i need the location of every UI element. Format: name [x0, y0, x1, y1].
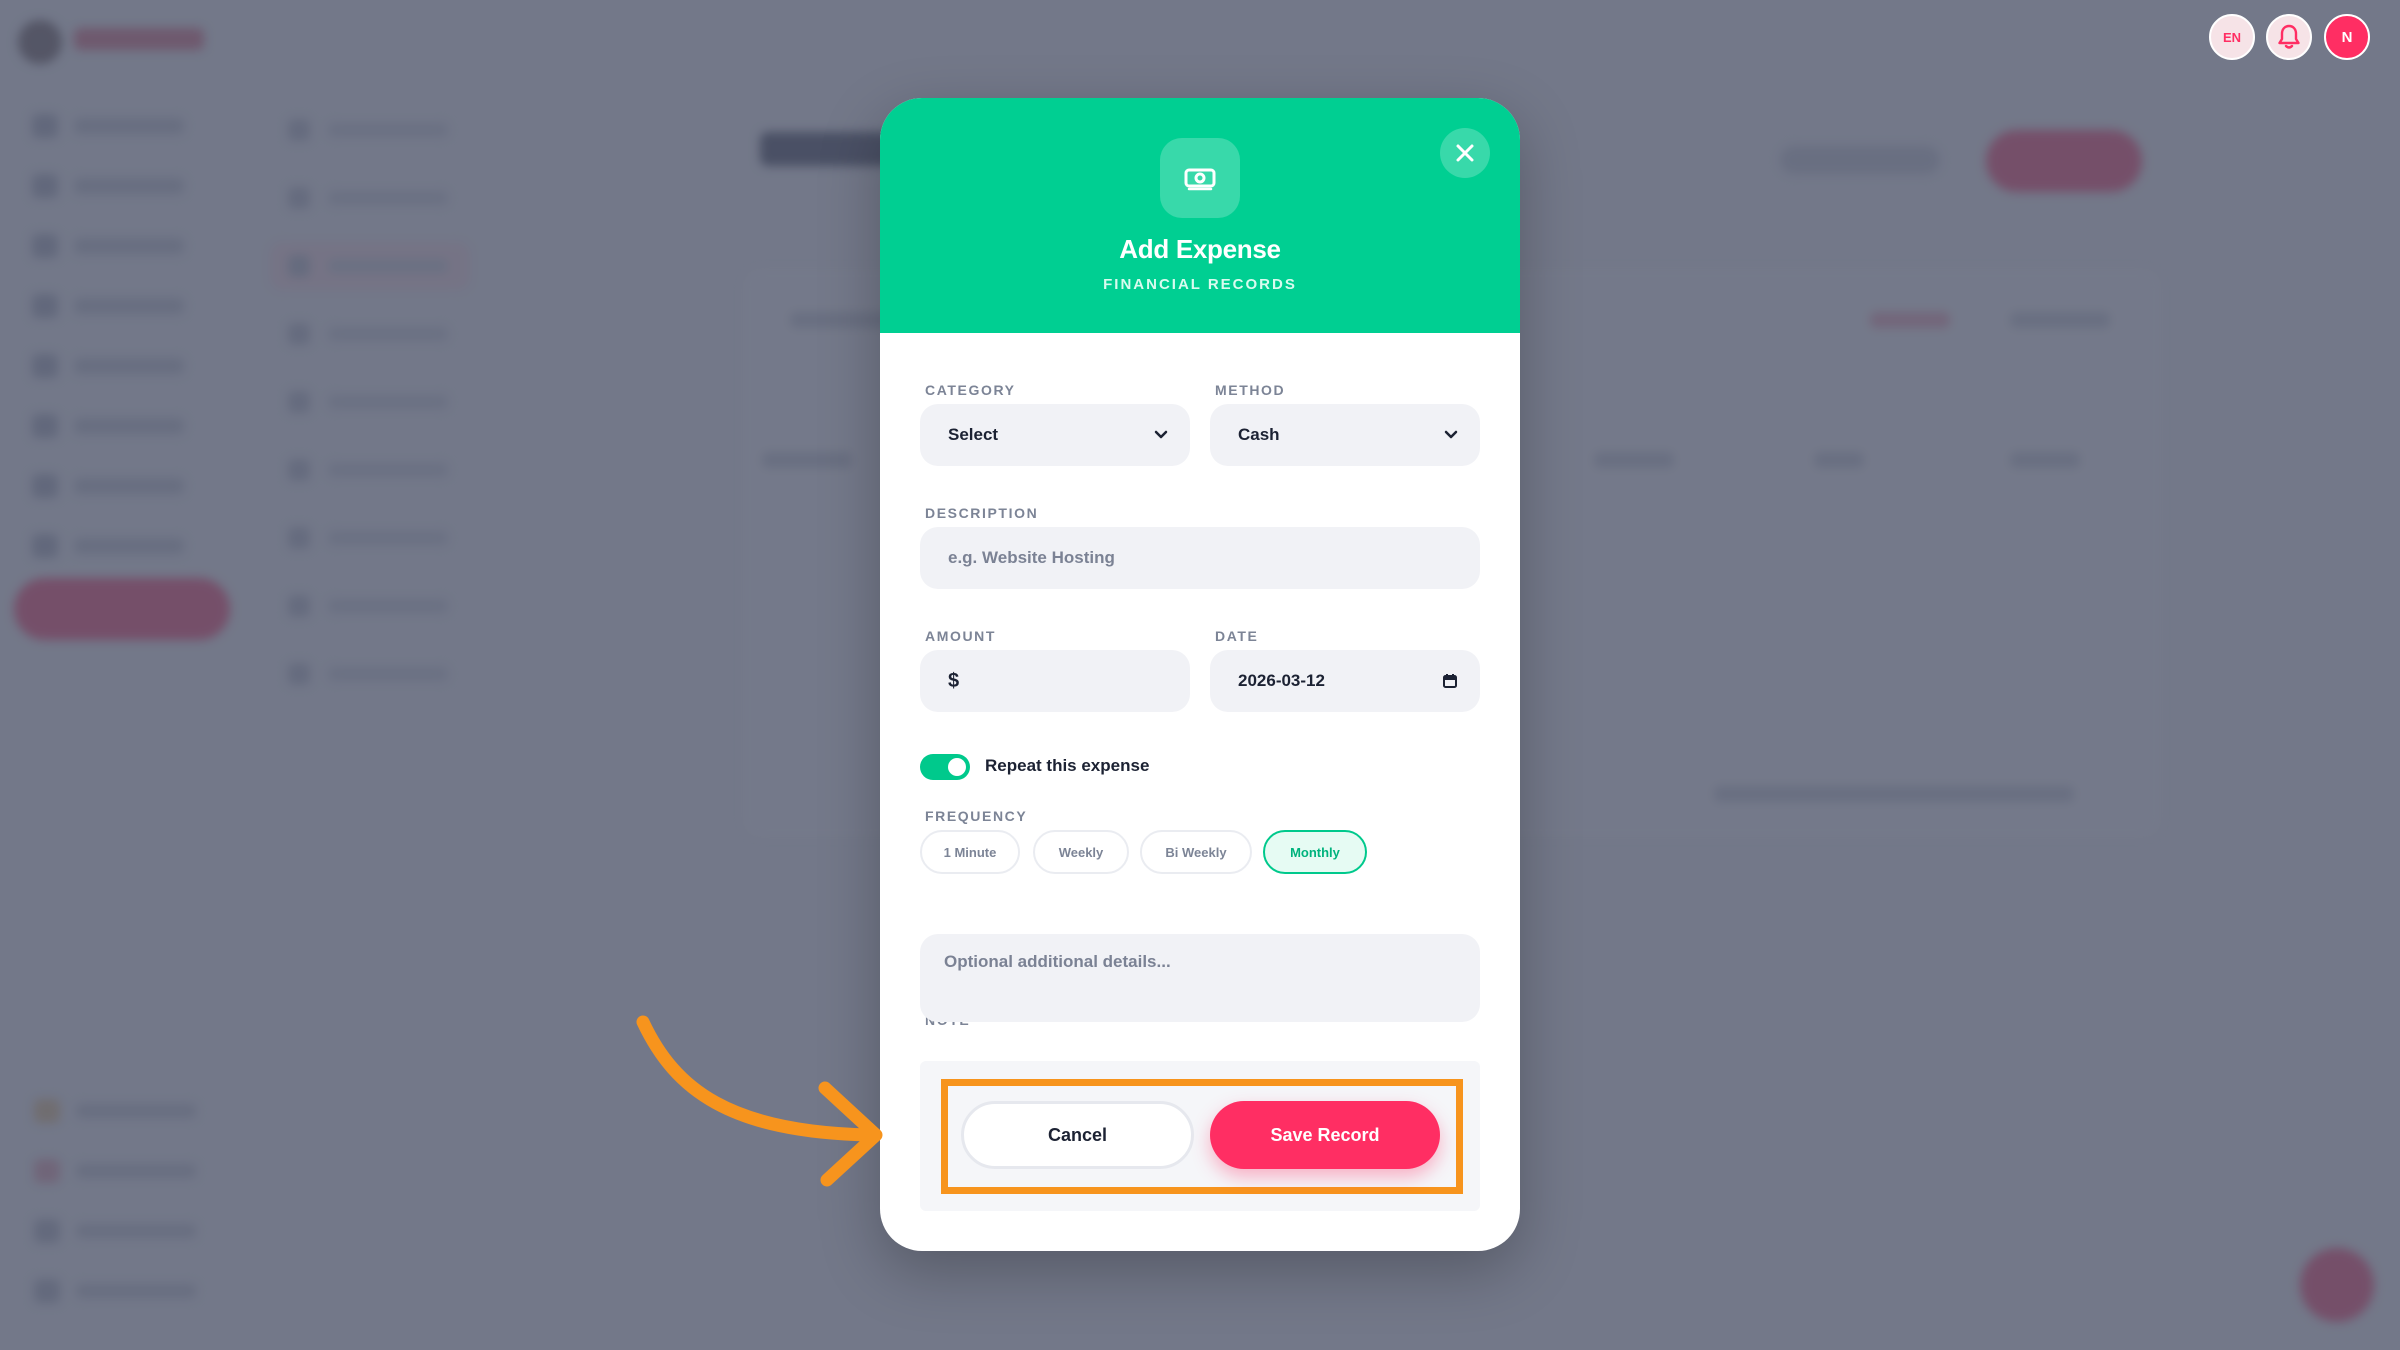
category-select[interactable]: Select — [920, 404, 1190, 466]
money-icon — [1160, 138, 1240, 218]
note-placeholder: Optional additional details... — [944, 952, 1171, 971]
frequency-label: FREQUENCY — [925, 808, 1028, 824]
repeat-label: Repeat this expense — [985, 756, 1150, 775]
description-placeholder: e.g. Website Hosting — [948, 548, 1115, 567]
notification-bell-icon[interactable] — [2266, 14, 2312, 60]
cancel-button[interactable]: Cancel — [961, 1101, 1194, 1169]
modal-subtitle: FINANCIAL RECORDS — [1103, 276, 1297, 293]
add-expense-modal: Add Expense FINANCIAL RECORDS CATEGORY S… — [880, 98, 1520, 1251]
description-label: DESCRIPTION — [925, 505, 1039, 521]
category-value: Select — [948, 425, 999, 444]
repeat-toggle[interactable] — [920, 754, 970, 780]
toggle-knob — [948, 758, 966, 776]
description-input[interactable]: e.g. Website Hosting — [920, 527, 1480, 589]
note-textarea[interactable]: Optional additional details... — [920, 934, 1480, 1022]
language-switcher[interactable]: EN — [2209, 14, 2255, 60]
chevron-down-icon — [1154, 430, 1168, 439]
modal-header: Add Expense FINANCIAL RECORDS — [880, 98, 1520, 333]
date-input[interactable]: 2026-03-12 — [1210, 650, 1480, 712]
amount-input[interactable]: $ — [920, 650, 1190, 712]
method-value: Cash — [1238, 425, 1280, 444]
method-select[interactable]: Cash — [1210, 404, 1480, 466]
category-label: CATEGORY — [925, 382, 1016, 398]
user-avatar[interactable]: N — [2324, 14, 2370, 60]
date-label: DATE — [1215, 628, 1259, 644]
annotation-arrow-icon — [636, 1015, 883, 1187]
calendar-icon[interactable] — [1442, 673, 1458, 689]
method-label: METHOD — [1215, 382, 1286, 398]
close-button[interactable] — [1440, 128, 1490, 178]
save-record-button[interactable]: Save Record — [1210, 1101, 1440, 1169]
frequency-option-1-minute[interactable]: 1 Minute — [920, 830, 1020, 874]
date-value: 2026-03-12 — [1238, 671, 1325, 690]
frequency-option-bi-weekly[interactable]: Bi Weekly — [1140, 830, 1252, 874]
chevron-down-icon — [1444, 430, 1458, 439]
close-icon — [1456, 144, 1474, 162]
amount-label: AMOUNT — [925, 628, 997, 644]
currency-symbol: $ — [948, 669, 960, 692]
modal-title: Add Expense — [1119, 234, 1281, 264]
frequency-option-monthly[interactable]: Monthly — [1263, 830, 1367, 874]
frequency-option-weekly[interactable]: Weekly — [1033, 830, 1129, 874]
